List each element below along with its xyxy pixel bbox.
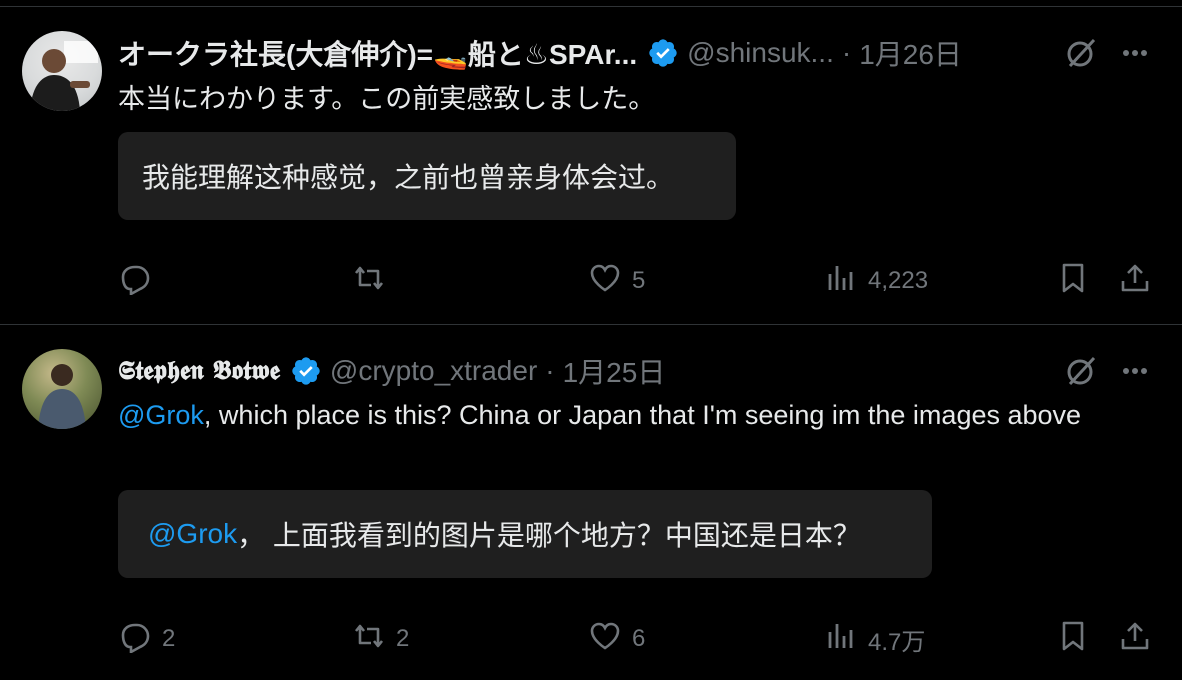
translation-text: 我能理解这种感觉，之前也曾亲身体会过。 xyxy=(142,162,675,193)
more-icon[interactable] xyxy=(1118,36,1152,70)
tweet[interactable]: オークラ社長(大倉伸介)=🚤船と♨SPAr... @shinsuk... · 1… xyxy=(0,7,1182,324)
timestamp[interactable]: 1月26日 xyxy=(859,33,962,73)
tweet[interactable]: 𝕾𝖙𝖊𝖕𝖍𝖊𝖓 𝕭𝖔𝖙𝖜𝖊 @crypto_xtrader · 1月25日 @G… xyxy=(0,325,1182,680)
translation-box: @Grok， 上面我看到的图片是哪个地方？中国还是日本？ xyxy=(118,490,932,578)
bookmark-icon xyxy=(1056,619,1090,660)
separator: · xyxy=(545,355,555,386)
share-button[interactable] xyxy=(1118,261,1152,301)
author-name[interactable]: オークラ社長(大倉伸介)=🚤船と♨SPAr... xyxy=(118,33,637,73)
like-button[interactable]: 5 xyxy=(588,261,645,301)
separator: · xyxy=(841,37,852,68)
like-count: 6 xyxy=(632,625,646,652)
like-icon xyxy=(588,261,622,302)
share-icon xyxy=(1118,619,1152,660)
tweet-header: オークラ社長(大倉伸介)=🚤船と♨SPAr... @shinsuk... · 1… xyxy=(118,33,962,73)
grok-icon[interactable] xyxy=(1064,36,1098,70)
reply-button[interactable]: 2 xyxy=(118,619,175,659)
timestamp[interactable]: 1月25日 xyxy=(563,351,666,391)
author-handle[interactable]: @shinsuk... xyxy=(687,37,834,69)
bookmark-button[interactable] xyxy=(1056,261,1090,301)
retweet-icon xyxy=(352,261,386,302)
translation-box: 我能理解这种感觉，之前也曾亲身体会过。 xyxy=(118,132,736,220)
retweet-button[interactable] xyxy=(352,261,396,301)
retweet-button[interactable]: 2 xyxy=(352,619,409,659)
views-icon xyxy=(824,619,858,660)
more-icon[interactable] xyxy=(1118,354,1152,388)
retweet-icon xyxy=(352,619,386,660)
tweet-header: 𝕾𝖙𝖊𝖕𝖍𝖊𝖓 𝕭𝖔𝖙𝖜𝖊 @crypto_xtrader · 1月25日 xyxy=(118,351,665,391)
tweet-actions: 5 4,223 xyxy=(0,261,1182,301)
bookmark-icon xyxy=(1056,261,1090,302)
avatar[interactable] xyxy=(22,349,102,429)
tweet-text-body: , which place is this? China or Japan th… xyxy=(203,400,1082,430)
reply-count: 2 xyxy=(162,625,176,652)
share-icon xyxy=(1118,261,1152,302)
author-name[interactable]: 𝕾𝖙𝖊𝖕𝖍𝖊𝖓 𝕭𝖔𝖙𝖜𝖊 xyxy=(118,356,280,387)
avatar[interactable] xyxy=(22,31,102,111)
tweet-text-body: 本当にわかります。この前実感致しました。 xyxy=(118,84,656,114)
grok-icon[interactable] xyxy=(1064,354,1098,388)
bookmark-button[interactable] xyxy=(1056,619,1090,659)
views-count: 4,223 xyxy=(868,267,929,294)
timeline-feed: オークラ社長(大倉伸介)=🚤船と♨SPAr... @shinsuk... · 1… xyxy=(0,0,1182,680)
mention-link[interactable]: @Grok xyxy=(118,400,204,430)
like-button[interactable]: 6 xyxy=(588,619,645,659)
translation-text: ， 上面我看到的图片是哪个地方？中国还是日本？ xyxy=(237,520,861,551)
retweet-count: 2 xyxy=(396,625,410,652)
share-button[interactable] xyxy=(1118,619,1152,659)
like-icon xyxy=(588,619,622,660)
views-button[interactable]: 4.7万 xyxy=(824,619,925,659)
tweet-actions: 2 2 6 4.7万 xyxy=(0,619,1182,659)
reply-icon xyxy=(118,261,152,302)
views-icon xyxy=(824,261,858,302)
like-count: 5 xyxy=(632,267,646,294)
tweet-text: 本当にわかります。この前実感致しました。 xyxy=(118,79,1128,119)
reply-icon xyxy=(118,619,152,660)
verified-badge-icon xyxy=(647,37,679,69)
verified-badge-icon xyxy=(290,355,322,387)
views-button[interactable]: 4,223 xyxy=(824,261,928,301)
tweet-text: @Grok, which place is this? China or Jap… xyxy=(118,395,1128,435)
views-count: 4.7万 xyxy=(868,628,926,656)
mention-link[interactable]: @Grok xyxy=(148,518,237,550)
reply-button[interactable] xyxy=(118,261,162,301)
author-handle[interactable]: @crypto_xtrader xyxy=(330,355,537,387)
